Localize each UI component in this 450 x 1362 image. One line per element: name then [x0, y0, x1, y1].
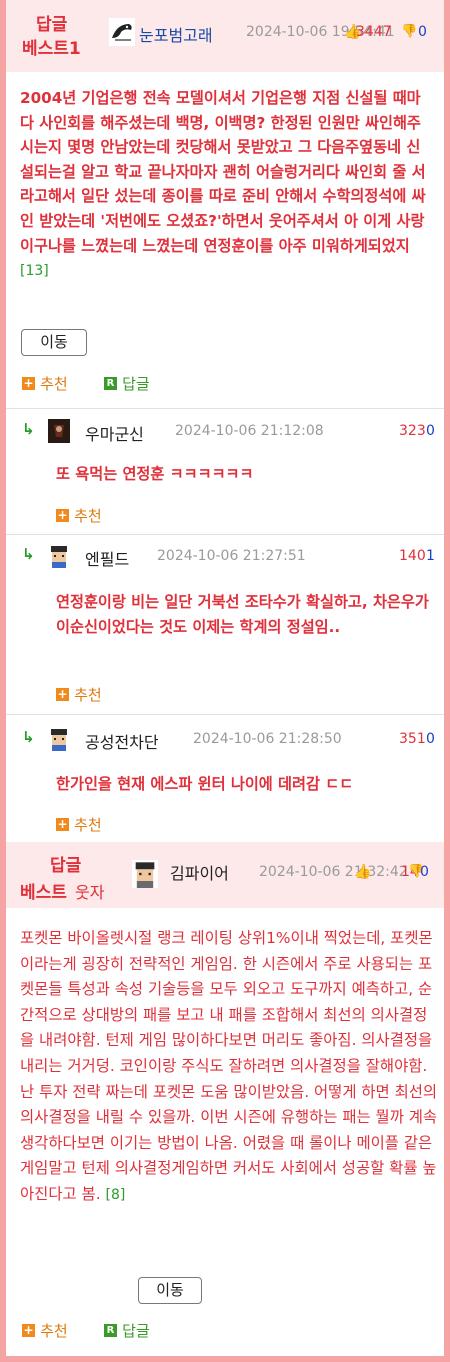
avatar-pixel-icon: [48, 727, 70, 751]
recommend-button[interactable]: + 추천: [56, 814, 102, 835]
avatar-pixel-icon: [48, 544, 70, 568]
plus-icon: +: [56, 687, 69, 701]
reply-button[interactable]: R 답글: [104, 1320, 150, 1341]
reply-icon: R: [104, 377, 117, 390]
reply-arrow-icon: ↳: [22, 545, 35, 563]
reply-count[interactable]: [8]: [106, 1187, 126, 1203]
divider: [6, 714, 444, 715]
plus-icon: +: [56, 508, 69, 522]
best-comment-header: 답글 베스트 웃자 김파이어 2024-10-06 21:32:42 👍 14 …: [6, 842, 444, 908]
downvote-count[interactable]: 0: [426, 731, 435, 747]
reply-label: 답글: [122, 375, 150, 393]
author-nick[interactable]: 김파이어: [170, 860, 229, 884]
recommend-button[interactable]: + 추천: [22, 373, 68, 394]
comment-body: 연정훈이랑 비는 일단 거북선 조타수가 확실하고, 차은우가 이순신이었다는 …: [56, 593, 429, 636]
author-nick[interactable]: 눈포범고래: [139, 22, 213, 46]
comment-body: 한가인을 현재 에스파 윈터 나이에 데려감 ㄷㄷ: [56, 775, 354, 793]
author-nick[interactable]: 우마군신: [85, 421, 144, 445]
comment-body: 또 욕먹는 연정훈 ㅋㅋㅋㅋㅋㅋ: [56, 465, 254, 483]
best-badge-label: 베스트: [20, 883, 67, 903]
best-badge-line1: 답글: [36, 15, 68, 35]
recommend-label: 추천: [40, 1322, 68, 1340]
reply-icon: R: [104, 1324, 117, 1337]
comment-text: 포켓몬 바이올렛시절 랭크 레이팅 상위1%이내 찍었는데, 포켓몬이라는게 굉…: [20, 929, 438, 1203]
best-badge-line2: 베스트1: [22, 39, 81, 59]
downvote-count[interactable]: 1: [426, 548, 435, 564]
recommend-button[interactable]: + 추천: [22, 1320, 68, 1341]
move-button[interactable]: 이동: [138, 1277, 202, 1304]
comment-body: 2004년 기업은행 전속 모델이셔서 기업은행 지점 신설될 때마다 사인회를…: [20, 86, 434, 284]
comment-date: 2024-10-06 21:28:50: [193, 731, 342, 747]
author-nick[interactable]: 공성전차단: [85, 729, 159, 753]
plus-icon: +: [22, 376, 35, 390]
downvote-count: 0: [420, 864, 429, 880]
divider: [6, 408, 444, 409]
recommend-button[interactable]: + 추천: [56, 505, 102, 526]
recommend-button[interactable]: + 추천: [56, 684, 102, 705]
comment-date: 2024-10-06 21:12:08: [175, 423, 324, 439]
comment-body: 포켓몬 바이올렛시절 랭크 레이팅 상위1%이내 찍었는데, 포켓몬이라는게 굉…: [20, 926, 438, 1209]
avatar-dark-icon: [48, 419, 70, 443]
comment-date: 2024-10-06 21:32:42: [259, 864, 408, 880]
reply-arrow-icon: ↳: [22, 420, 35, 438]
reply-count[interactable]: [13]: [20, 263, 49, 279]
recommend-label: 추천: [74, 507, 102, 525]
downvote-count: 0: [418, 24, 427, 40]
recommend-label: 추천: [40, 375, 68, 393]
author-nick[interactable]: 엔필드: [85, 546, 129, 570]
avatar-orca-icon: [109, 18, 135, 46]
upvote-count: 3447: [356, 24, 392, 40]
thumbs-up-icon[interactable]: 👍: [354, 864, 371, 880]
comment-date: 2024-10-06 21:27:51: [157, 548, 306, 564]
best-badge-suffix: 웃자: [75, 883, 105, 902]
plus-icon: +: [56, 817, 69, 831]
downvote-count[interactable]: 0: [426, 423, 435, 439]
recommend-label: 추천: [74, 686, 102, 704]
thumbs-down-icon[interactable]: 👎: [401, 24, 417, 39]
plus-icon: +: [22, 1323, 35, 1337]
best-badge-line2: 베스트 웃자: [20, 879, 104, 904]
divider: [6, 534, 444, 535]
reply-label: 답글: [122, 1322, 150, 1340]
comment-list: 답글 베스트1 눈포범고래 2024-10-06 19:54:41 👍 3447…: [6, 0, 444, 1356]
reply-arrow-icon: ↳: [22, 728, 35, 746]
recommend-label: 추천: [74, 816, 102, 834]
upvote-count[interactable]: 140: [399, 548, 426, 564]
comment-text: 2004년 기업은행 전속 모델이셔서 기업은행 지점 신설될 때마다 사인회를…: [20, 89, 426, 255]
avatar-pixel-icon: [132, 860, 158, 888]
move-button[interactable]: 이동: [21, 329, 87, 356]
upvote-count[interactable]: 323: [399, 423, 426, 439]
best-comment-header: 답글 베스트1 눈포범고래 2024-10-06 19:54:41 👍 3447…: [6, 0, 444, 72]
best-badge-line1: 답글: [50, 856, 82, 876]
reply-button[interactable]: R 답글: [104, 373, 150, 394]
upvote-count[interactable]: 351: [399, 731, 426, 747]
